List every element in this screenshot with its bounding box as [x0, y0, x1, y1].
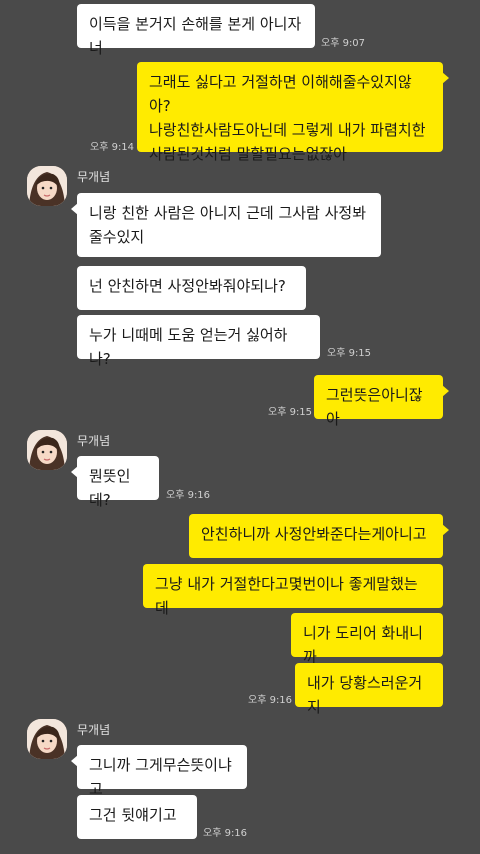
message-bubble-incoming[interactable]: 그니까 그게무슨뜻이냐고	[71, 745, 247, 798]
sender-name: 무개념	[77, 723, 111, 737]
avatar[interactable]	[27, 430, 67, 470]
message-bubble-incoming[interactable]: 뭔뜻인데?	[71, 456, 159, 509]
message-bubble-outgoing[interactable]: 내가 당황스러운거지	[295, 663, 443, 716]
message-bubble-incoming[interactable]: 이득을 본거지 손해를 본게 아니자너	[77, 4, 315, 57]
profile-photo-icon	[27, 719, 67, 759]
message-bubble-incoming[interactable]: 그건 뒷얘기고	[77, 795, 197, 839]
message-time: 오후 9:16	[248, 695, 293, 706]
message-time: 오후 9:15	[268, 407, 313, 418]
message-time: 오후 9:15	[327, 348, 372, 359]
message-bubble-incoming[interactable]: 니랑 친한 사람은 아니지 근데 그사람 사정봐 줄수있지	[71, 193, 381, 257]
sender-name: 무개념	[77, 170, 111, 184]
sender-name: 무개념	[77, 434, 111, 448]
message-bubble-incoming[interactable]: 누가 니때메 도움 얻는거 싫어하나?	[77, 315, 320, 368]
message-time: 오후 9:16	[166, 490, 211, 501]
message-time: 오후 9:07	[321, 38, 366, 49]
message-time: 오후 9:14	[90, 142, 135, 153]
message-bubble-outgoing[interactable]: 안친하니까 사정안봐준다는게아니고	[189, 514, 449, 558]
message-bubble-outgoing[interactable]: 그래도 싫다고 거절하면 이해해줄수있지않아? 나랑친한사람도아닌데 그렇게 내…	[137, 62, 449, 163]
avatar[interactable]	[27, 166, 67, 206]
profile-photo-icon	[27, 430, 67, 470]
message-bubble-incoming[interactable]: 넌 안친하면 사정안봐줘야되나?	[77, 266, 306, 310]
message-bubble-outgoing[interactable]: 그냥 내가 거절한다고몇번이나 좋게말했는데	[143, 564, 443, 617]
message-bubble-outgoing[interactable]: 니가 도리어 화내니까	[291, 613, 443, 666]
profile-photo-icon	[27, 166, 67, 206]
message-time: 오후 9:16	[203, 828, 248, 839]
avatar[interactable]	[27, 719, 67, 759]
message-bubble-outgoing[interactable]: 그런뜻은아니잖아	[314, 375, 449, 428]
